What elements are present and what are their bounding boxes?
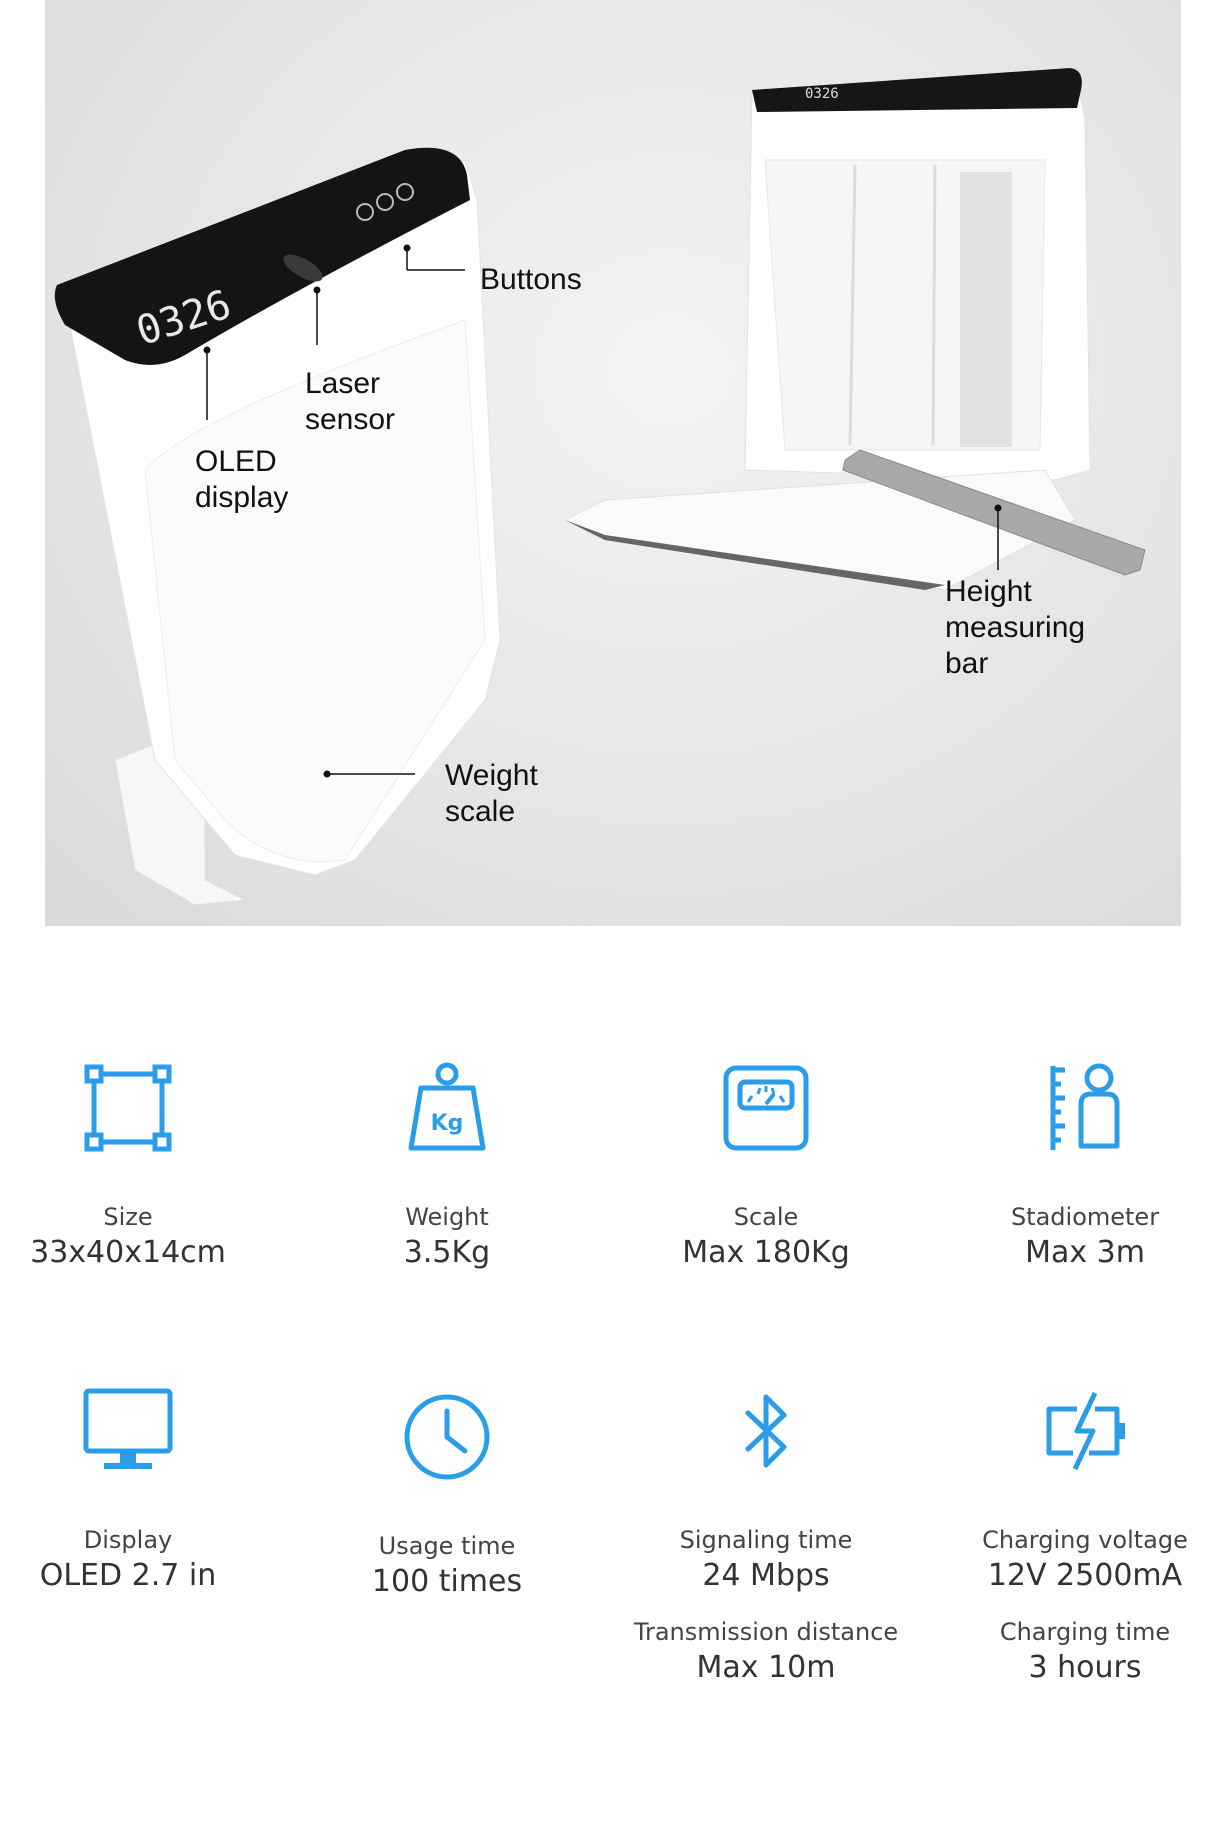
spec-label: Weight — [405, 1203, 489, 1231]
spec-label: Scale — [733, 1203, 799, 1231]
spec-label: Charging voltage — [982, 1526, 1188, 1554]
spec-label-secondary: Transmission distance — [633, 1618, 899, 1646]
spec-value: 3.5Kg — [403, 1235, 491, 1270]
callout-oled-display: OLED display — [195, 445, 289, 514]
clock-icon — [404, 1394, 490, 1480]
spec-weight: Kg Weight 3.5Kg — [297, 1060, 597, 1272]
callout-height-measuring-bar: Height measuring bar — [945, 575, 1086, 680]
size-icon — [84, 1064, 172, 1152]
spec-scale: Scale Max 180Kg — [616, 1060, 916, 1272]
spec-value: OLED 2.7 in — [39, 1558, 217, 1593]
spec-display: Display OLED 2.7 in — [0, 1383, 278, 1595]
spec-label: Display — [83, 1526, 173, 1554]
callout-laser-sensor: Laser sensor — [305, 367, 396, 436]
spec-label: Size — [103, 1203, 153, 1231]
svg-text:0326: 0326 — [805, 86, 839, 102]
spec-label-secondary: Charging time — [999, 1618, 1171, 1646]
spec-bluetooth: Signaling time 24 Mbps Transmission dist… — [616, 1383, 916, 1687]
product-hero-image: 0326 0326 Buttons Laser sensor OLED disp… — [45, 0, 1181, 926]
spec-value: 12V 2500mA — [987, 1558, 1183, 1593]
callout-weight-scale: Weight scale — [445, 759, 538, 828]
kg-glyph: Kg — [431, 1111, 464, 1136]
weight-kg-icon: Kg — [408, 1062, 486, 1151]
monitor-icon — [83, 1388, 173, 1469]
spec-label: Signaling time — [679, 1526, 853, 1554]
callout-buttons: Buttons — [480, 263, 582, 296]
spec-label: Usage time — [378, 1532, 516, 1560]
spec-usage-time: Usage time 100 times — [297, 1389, 597, 1601]
bluetooth-icon — [745, 1394, 787, 1468]
stadiometer-icon — [1050, 1063, 1120, 1150]
spec-charging: Charging voltage 12V 2500mA Charging tim… — [935, 1383, 1227, 1687]
spec-value: Max 180Kg — [682, 1235, 850, 1270]
spec-stadiometer: Stadiometer Max 3m — [935, 1060, 1227, 1272]
spec-size: Size 33x40x14cm — [0, 1060, 278, 1272]
spec-label: Stadiometer — [1010, 1203, 1160, 1231]
spec-value: Max 3m — [1025, 1235, 1145, 1270]
scale-icon — [723, 1065, 809, 1151]
spec-value-secondary: Max 10m — [696, 1650, 836, 1685]
spec-value: 33x40x14cm — [30, 1235, 226, 1270]
battery-charging-icon — [1046, 1391, 1125, 1471]
spec-value: 100 times — [371, 1564, 523, 1599]
spec-value: 24 Mbps — [702, 1558, 830, 1593]
spec-value-secondary: 3 hours — [1028, 1650, 1142, 1685]
